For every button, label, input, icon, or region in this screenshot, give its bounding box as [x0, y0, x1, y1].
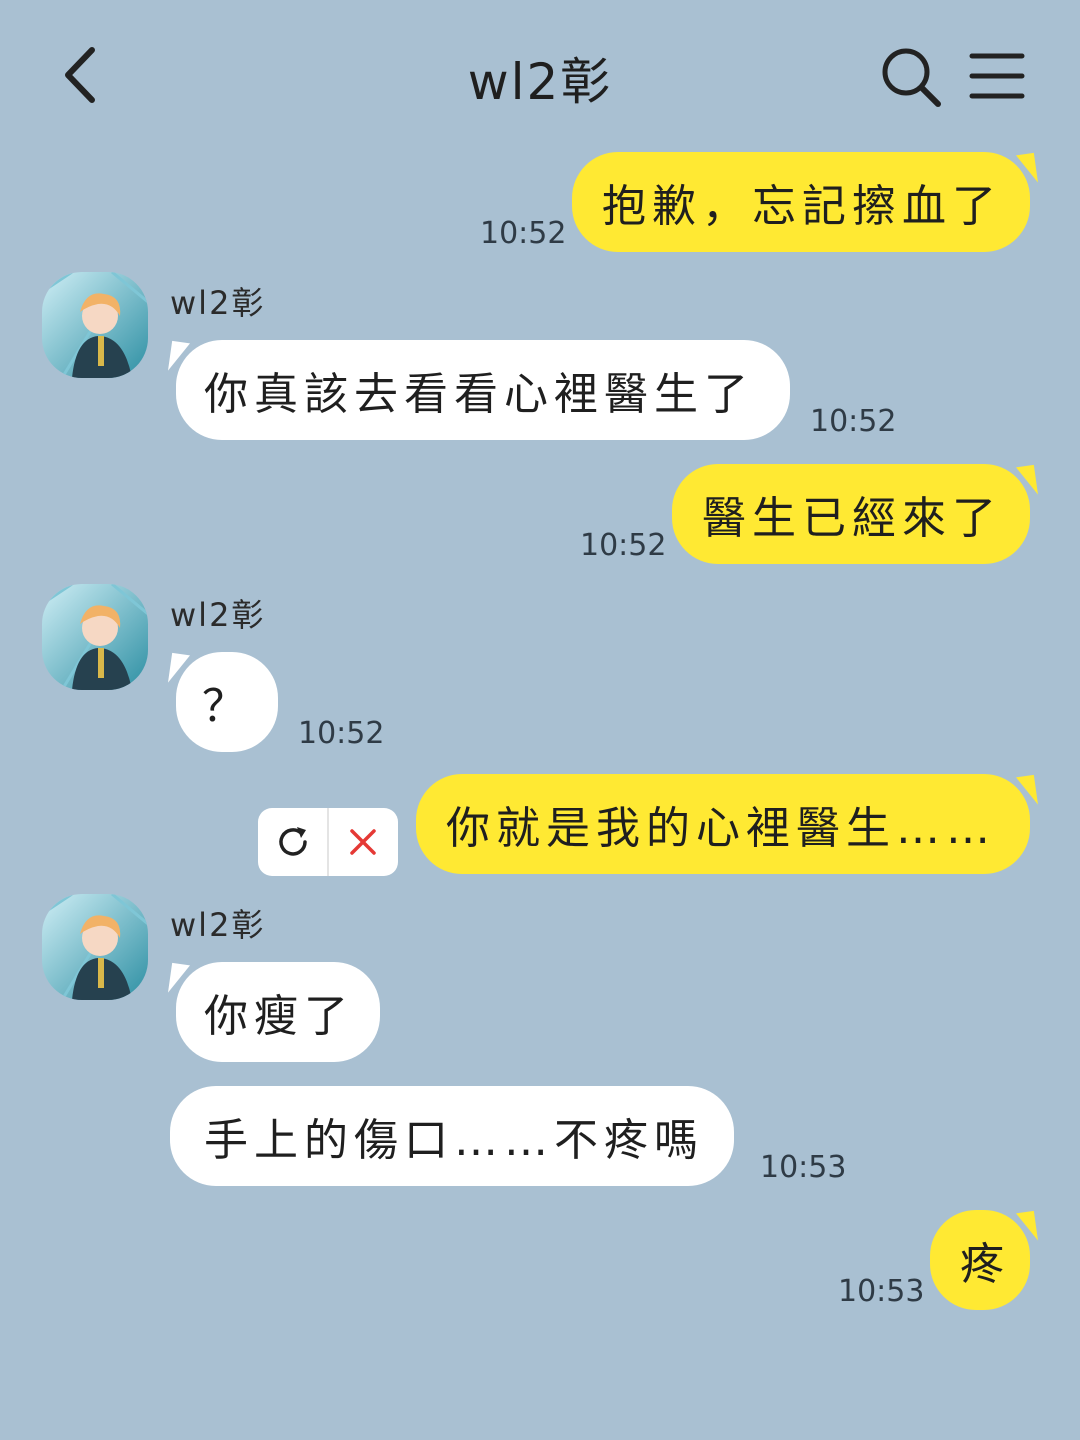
avatar-image [42, 894, 148, 1000]
chat-header: wl2彰 [0, 0, 1080, 150]
message-time: 10:52 [580, 528, 667, 563]
message-text: 你真該去看看心裡醫生了 [204, 369, 754, 420]
outgoing-message-bubble[interactable]: 抱歉，忘記擦血了 [572, 152, 1030, 252]
sender-name: wl2彰 [170, 284, 266, 322]
hamburger-menu-icon [969, 53, 1025, 99]
sender-name: wl2彰 [170, 596, 266, 634]
menu-button[interactable] [966, 48, 1028, 104]
message-text: 你瘦了 [204, 991, 354, 1042]
outgoing-message-bubble[interactable]: 疼 [930, 1210, 1030, 1310]
retry-button[interactable] [258, 808, 327, 876]
message-text: 抱歉，忘記擦血了 [602, 181, 1002, 232]
message-text: 你就是我的心裡醫生…… [446, 803, 996, 854]
message-text: ？ [202, 681, 252, 732]
message-time: 10:52 [480, 216, 567, 251]
failed-message-actions [258, 808, 398, 876]
message-text: 疼 [960, 1239, 1010, 1290]
incoming-message-bubble[interactable]: ？ [176, 652, 278, 752]
sender-name: wl2彰 [170, 906, 266, 944]
retry-icon [278, 827, 307, 856]
avatar-image [42, 584, 148, 690]
message-time: 10:53 [838, 1274, 925, 1309]
message-time: 10:52 [810, 404, 897, 439]
avatar-image [42, 272, 148, 378]
avatar[interactable] [42, 894, 148, 1000]
message-time: 10:52 [298, 716, 385, 751]
search-button[interactable] [878, 44, 944, 110]
incoming-message-bubble[interactable]: 你瘦了 [176, 962, 380, 1062]
outgoing-message-bubble[interactable]: 你就是我的心裡醫生…… [416, 774, 1030, 874]
message-time: 10:53 [760, 1150, 847, 1185]
close-icon [350, 829, 377, 855]
message-text: 醫生已經來了 [702, 493, 1002, 544]
delete-button[interactable] [329, 808, 398, 876]
search-icon [882, 48, 941, 107]
outgoing-message-bubble[interactable]: 醫生已經來了 [672, 464, 1030, 564]
incoming-message-bubble[interactable]: 你真該去看看心裡醫生了 [176, 340, 790, 440]
message-text: 手上的傷口……不疼嗎 [204, 1115, 704, 1166]
avatar[interactable] [42, 272, 148, 378]
avatar[interactable] [42, 584, 148, 690]
incoming-message-bubble[interactable]: 手上的傷口……不疼嗎 [170, 1086, 734, 1186]
